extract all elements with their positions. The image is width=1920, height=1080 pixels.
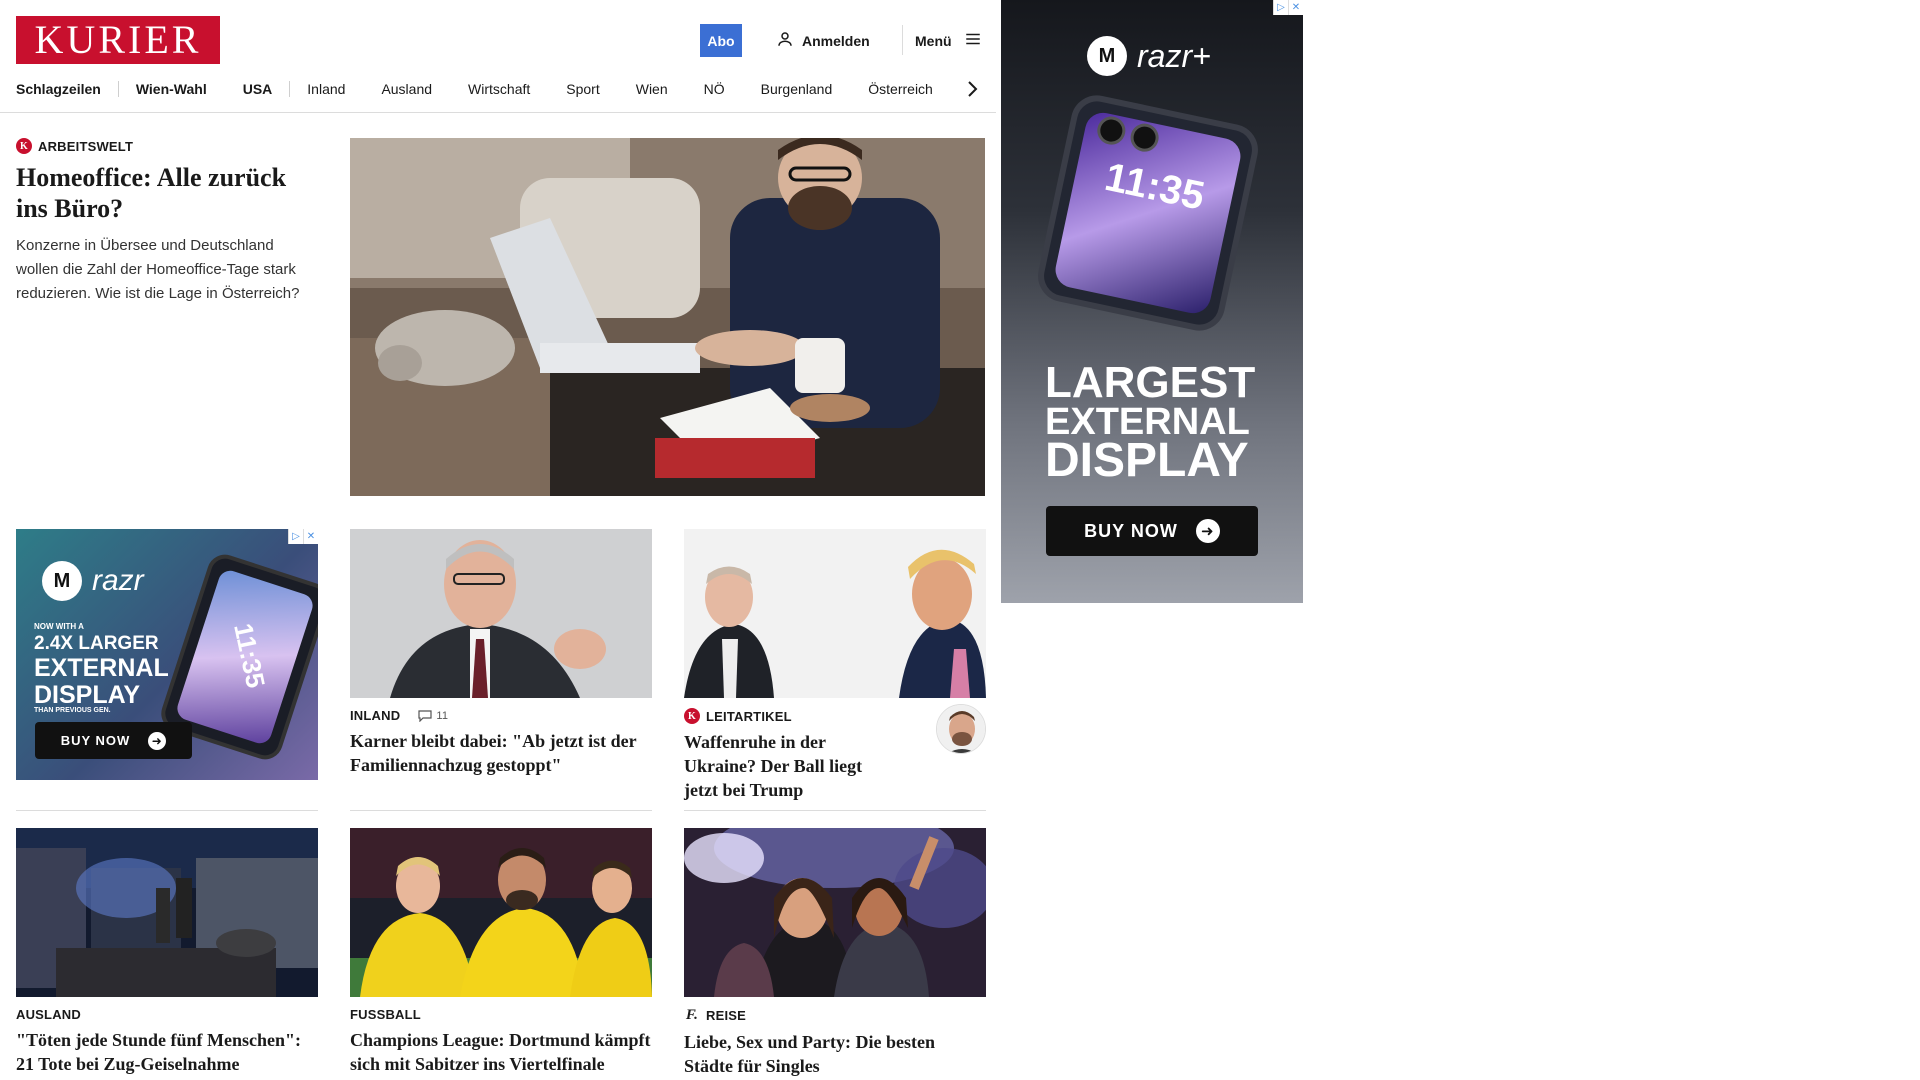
close-icon[interactable]: ✕ — [303, 529, 318, 544]
section-nav: Schlagzeilen Wien-Wahl USA Inland Auslan… — [16, 78, 933, 100]
article-kicker: INLAND 11 — [350, 708, 652, 723]
motorola-logo-icon: M — [42, 561, 82, 601]
hamburger-icon — [964, 30, 982, 51]
article-kicker-label: LEITARTIKEL — [706, 708, 792, 724]
logo-text: KURIER — [34, 17, 202, 62]
kurier-logo[interactable]: KURIER — [16, 16, 220, 64]
nav-divider — [117, 81, 119, 97]
ad-small-sub: NOW WITH A — [34, 622, 84, 631]
ad-choices[interactable]: ▷ ✕ — [288, 529, 318, 544]
nav-item-schlagzeilen[interactable]: Schlagzeilen — [16, 81, 101, 97]
nav-item-inland[interactable]: Inland — [307, 81, 345, 97]
menu-button[interactable]: Menü — [915, 30, 982, 51]
article-image-putin-trump[interactable] — [684, 529, 986, 698]
ad-small-foot: THAN PREVIOUS GEN. — [34, 707, 111, 714]
nav-item-burgenland[interactable]: Burgenland — [761, 81, 833, 97]
phone-illustration: 11:35 — [1033, 90, 1263, 336]
article-kicker: AUSLAND — [16, 1007, 318, 1022]
ad-small-buy-now-button[interactable]: BUY NOW ➜ — [35, 722, 192, 759]
article-headline[interactable]: Karner bleibt dabei: "Ab jetzt ist der F… — [350, 729, 652, 777]
article-image-train[interactable] — [16, 828, 318, 997]
row-divider — [684, 810, 986, 811]
menu-label: Menü — [915, 32, 952, 49]
article-headline[interactable]: Liebe, Sex und Party: Die besten Städte … — [684, 1030, 986, 1078]
article-kicker-label: AUSLAND — [16, 1007, 81, 1022]
nav-item-wien-wahl[interactable]: Wien-Wahl — [136, 81, 207, 97]
article-image-karner[interactable] — [350, 529, 652, 698]
comment-icon — [418, 709, 432, 722]
motorola-logo-icon: M — [1087, 36, 1127, 76]
close-icon[interactable]: ✕ — [1288, 0, 1303, 15]
razr-plus-ad-large[interactable]: ▷ ✕ M razr+ 11:35 LARGEST EXTERNAL DISPL… — [1001, 0, 1303, 603]
article-card-reise[interactable]: f. REISE Liebe, Sex und Party: Die beste… — [684, 828, 986, 1078]
comment-count-value: 11 — [436, 709, 449, 722]
lead-kicker-label: ARBEITSWELT — [38, 138, 134, 154]
row-divider — [16, 810, 318, 811]
ad-choices[interactable]: ▷ ✕ — [1273, 0, 1303, 15]
article-card-leitartikel[interactable]: K LEITARTIKEL Waffenruhe in der Ukraine?… — [684, 529, 986, 802]
article-headline[interactable]: "Töten jede Stunde fünf Menschen": 21 To… — [16, 1028, 318, 1076]
lead-kicker: K ARBEITSWELT — [16, 138, 320, 154]
lead-headline[interactable]: Homeoffice: Alle zurück ins Büro? — [16, 162, 320, 224]
article-kicker: FUSSBALL — [350, 1007, 652, 1022]
article-kicker-label: REISE — [706, 1008, 747, 1023]
kurier-page: KURIER Abo Anmelden Menü Schlagzeilen Wi… — [0, 0, 996, 1080]
login-button[interactable]: Anmelden — [776, 30, 870, 51]
header-divider — [902, 25, 903, 55]
nav-item-usa[interactable]: USA — [243, 81, 273, 97]
ad-big-headline: LARGEST EXTERNAL DISPLAY — [1045, 358, 1256, 487]
article-kicker-label: FUSSBALL — [350, 1007, 421, 1022]
adchoices-icon[interactable]: ▷ — [1273, 0, 1288, 15]
article-card-karner[interactable]: INLAND 11 Karner bleibt dabei: "Ab jetzt… — [350, 529, 652, 777]
row-divider — [350, 810, 652, 811]
article-image-dortmund[interactable] — [350, 828, 652, 997]
article-kicker-label: INLAND — [350, 708, 401, 723]
ad-big-buy-now-button[interactable]: BUY NOW ➜ — [1046, 506, 1258, 556]
arrow-right-icon: ➜ — [148, 731, 167, 750]
ad-big-brand: M razr+ — [1087, 36, 1211, 76]
nav-item-wien[interactable]: Wien — [636, 81, 668, 97]
comment-count[interactable]: 11 — [418, 710, 448, 722]
author-avatar[interactable] — [936, 704, 986, 754]
lead-image-homeoffice[interactable] — [350, 138, 985, 496]
lead-story[interactable]: K ARBEITSWELT Homeoffice: Alle zurück in… — [16, 138, 320, 306]
adchoices-icon[interactable]: ▷ — [288, 529, 303, 544]
kurier-plus-badge-icon: K — [16, 138, 32, 154]
arrow-right-icon: ➜ — [1195, 519, 1220, 543]
article-card-dortmund[interactable]: FUSSBALL Champions League: Dortmund kämp… — [350, 828, 652, 1076]
nav-divider — [289, 81, 291, 97]
kurier-plus-badge-icon: K — [684, 708, 700, 724]
nav-item-oesterreich[interactable]: Österreich — [868, 81, 933, 97]
razr-ad-small[interactable]: ▷ ✕ M razr NOW WITH A 2.4X LARGER EXTERN… — [16, 529, 318, 780]
nav-item-wirtschaft[interactable]: Wirtschaft — [468, 81, 530, 97]
site-header: KURIER Abo Anmelden Menü Schlagzeilen Wi… — [0, 0, 996, 113]
login-label: Anmelden — [802, 32, 870, 49]
article-kicker: f. REISE — [684, 1007, 986, 1024]
nav-item-noe[interactable]: NÖ — [704, 81, 725, 97]
ad-big-brand-name: razr+ — [1137, 37, 1211, 74]
article-image-party[interactable] — [684, 828, 986, 997]
ad-small-headline: 2.4X LARGER EXTERNAL DISPLAY — [34, 633, 169, 709]
article-card-zug[interactable]: AUSLAND "Töten jede Stunde fünf Menschen… — [16, 828, 318, 1076]
ad-small-brand-name: razr — [92, 564, 144, 597]
article-headline[interactable]: Waffenruhe in der Ukraine? Der Ball lieg… — [684, 730, 894, 802]
abo-button[interactable]: Abo — [700, 24, 742, 57]
nav-item-sport[interactable]: Sport — [566, 81, 599, 97]
freizeit-badge-icon: f. — [685, 1007, 699, 1023]
article-headline[interactable]: Champions League: Dortmund kämpft sich m… — [350, 1028, 652, 1076]
lead-teaser: Konzerne in Übersee und Deutschland woll… — [16, 237, 300, 302]
ad-small-brand: M razr — [42, 561, 144, 601]
nav-item-ausland[interactable]: Ausland — [381, 81, 432, 97]
chevron-right-icon — [968, 81, 978, 97]
user-icon — [776, 30, 794, 51]
nav-scroll-right-button[interactable] — [962, 78, 982, 100]
